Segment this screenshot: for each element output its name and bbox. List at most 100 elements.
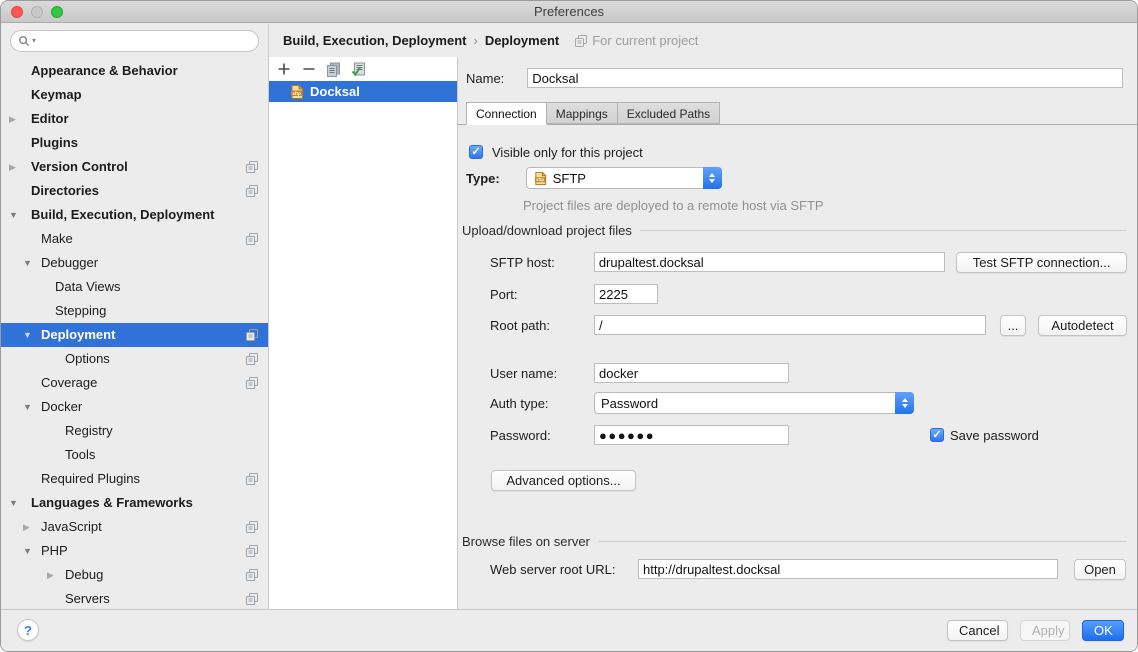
visible-only-checkbox[interactable]: ✓ xyxy=(469,145,483,159)
collapse-arrow-icon[interactable]: ▼ xyxy=(23,539,32,563)
remove-server-button[interactable] xyxy=(301,62,316,77)
save-password-checkbox[interactable]: ✓ xyxy=(930,428,944,442)
sidebar-item-label: Plugins xyxy=(31,135,78,150)
sidebar-item-label: Docker xyxy=(41,399,82,414)
browse-section-label: Browse files on server xyxy=(462,534,590,549)
section-divider xyxy=(640,230,1127,231)
sidebar-item-debug[interactable]: ▶Debug xyxy=(1,563,268,587)
sidebar-item-label: Languages & Frameworks xyxy=(31,495,193,510)
sidebar-item-label: Debugger xyxy=(41,255,98,270)
sidebar-item-label: Appearance & Behavior xyxy=(31,63,178,78)
web-root-input[interactable] xyxy=(638,559,1058,579)
sftp-host-label: SFTP host: xyxy=(490,255,594,270)
for-current-project-scope: For current project xyxy=(575,33,698,48)
server-list: sftp Docksal xyxy=(269,81,457,102)
sidebar-item-label: PHP xyxy=(41,543,68,558)
sidebar-item-label: Keymap xyxy=(31,87,82,102)
copy-server-button[interactable] xyxy=(326,62,341,77)
sidebar-item-debugger[interactable]: ▼ Debugger xyxy=(1,251,268,275)
ok-button[interactable]: OK xyxy=(1082,620,1124,641)
sidebar-item-stepping[interactable]: Stepping xyxy=(1,299,268,323)
titlebar: Preferences xyxy=(1,1,1137,23)
sidebar-item-build-execution-deployment[interactable]: ▼Build, Execution, Deployment xyxy=(1,203,268,227)
sidebar-item-data-views[interactable]: Data Views xyxy=(1,275,268,299)
collapse-arrow-icon[interactable]: ▼ xyxy=(23,395,32,419)
tab-connection[interactable]: Connection xyxy=(466,102,547,125)
sidebar-item-coverage[interactable]: Coverage xyxy=(1,371,268,395)
sidebar-item-servers[interactable]: Servers xyxy=(1,587,268,611)
breadcrumb-part1[interactable]: Build, Execution, Deployment xyxy=(283,33,466,48)
password-input[interactable] xyxy=(594,425,789,445)
type-select[interactable]: sftp SFTP xyxy=(526,167,722,189)
for-current-project-icon xyxy=(246,185,258,197)
sidebar-item-registry[interactable]: Registry xyxy=(1,419,268,443)
user-name-input[interactable] xyxy=(594,363,789,383)
svg-text:sftp: sftp xyxy=(536,177,544,182)
expand-arrow-icon[interactable]: ▶ xyxy=(9,107,16,131)
collapse-arrow-icon[interactable]: ▼ xyxy=(9,203,18,227)
upload-section-header: Upload/download project files xyxy=(462,223,1127,238)
sidebar-item-label: Coverage xyxy=(41,375,97,390)
sidebar-item-options[interactable]: Options xyxy=(1,347,268,371)
settings-sidebar: ▾ Appearance & Behavior Keymap ▶Editor Plug… xyxy=(1,24,269,609)
footer-buttons: Cancel Apply OK xyxy=(947,620,1124,641)
breadcrumb-part2: Deployment xyxy=(485,33,559,48)
browse-root-path-button[interactable]: ... xyxy=(1000,315,1026,336)
sidebar-item-editor[interactable]: ▶Editor xyxy=(1,107,268,131)
add-server-button[interactable] xyxy=(276,62,291,77)
auth-type-select[interactable]: Password xyxy=(594,392,914,414)
sidebar-item-tools[interactable]: Tools xyxy=(1,443,268,467)
advanced-options-button[interactable]: Advanced options... xyxy=(491,470,636,491)
sftp-file-icon: sftp xyxy=(289,84,305,100)
server-item-docksal[interactable]: sftp Docksal xyxy=(269,81,457,102)
expand-arrow-icon[interactable]: ▶ xyxy=(47,563,54,587)
tab-mappings[interactable]: Mappings xyxy=(546,102,618,124)
sidebar-item-required-plugins[interactable]: Required Plugins xyxy=(1,467,268,491)
sidebar-item-make[interactable]: Make xyxy=(1,227,268,251)
close-button[interactable] xyxy=(11,6,23,18)
sidebar-item-appearance-behavior[interactable]: Appearance & Behavior xyxy=(1,59,268,83)
search-options-caret-icon[interactable]: ▾ xyxy=(32,37,36,45)
for-current-project-icon xyxy=(246,329,258,341)
test-sftp-connection-button[interactable]: Test SFTP connection... xyxy=(956,252,1127,273)
sidebar-item-plugins[interactable]: Plugins xyxy=(1,131,268,155)
root-path-input[interactable] xyxy=(594,315,986,335)
autodetect-button[interactable]: Autodetect xyxy=(1038,315,1127,336)
for-current-project-icon xyxy=(246,233,258,245)
sidebar-item-label: JavaScript xyxy=(41,519,102,534)
user-name-label: User name: xyxy=(490,366,594,381)
sftp-host-input[interactable] xyxy=(594,252,945,272)
for-current-project-icon xyxy=(246,473,258,485)
search-input[interactable]: ▾ xyxy=(10,30,259,52)
sidebar-item-languages-frameworks[interactable]: ▼ Languages & Frameworks xyxy=(1,491,268,515)
collapse-arrow-icon[interactable]: ▼ xyxy=(23,323,32,347)
copy-icon xyxy=(326,62,341,77)
port-input[interactable] xyxy=(594,284,658,304)
sidebar-item-deployment[interactable]: ▼Deployment xyxy=(1,323,268,347)
for-current-project-icon xyxy=(246,545,258,557)
page-check-icon xyxy=(351,62,366,77)
collapse-arrow-icon[interactable]: ▼ xyxy=(9,491,18,515)
sidebar-item-php[interactable]: ▼ PHP xyxy=(1,539,268,563)
expand-arrow-icon[interactable]: ▶ xyxy=(23,515,30,539)
sidebar-item-docker[interactable]: ▼ Docker xyxy=(1,395,268,419)
help-button[interactable]: ? xyxy=(17,619,39,641)
tab-excluded-paths[interactable]: Excluded Paths xyxy=(617,102,720,124)
upload-section-label: Upload/download project files xyxy=(462,223,632,238)
collapse-arrow-icon[interactable]: ▼ xyxy=(23,251,32,275)
for-current-project-icon xyxy=(246,569,258,581)
web-root-label: Web server root URL: xyxy=(490,562,638,577)
sidebar-item-version-control[interactable]: ▶Version Control xyxy=(1,155,268,179)
zoom-button[interactable] xyxy=(51,6,63,18)
expand-arrow-icon[interactable]: ▶ xyxy=(9,155,16,179)
sidebar-item-javascript[interactable]: ▶ JavaScript xyxy=(1,515,268,539)
sidebar-item-label: Data Views xyxy=(55,279,121,294)
name-input[interactable] xyxy=(527,68,1123,88)
use-as-default-button[interactable] xyxy=(351,62,366,77)
cancel-button[interactable]: Cancel xyxy=(947,620,1008,641)
sidebar-item-label: Directories xyxy=(31,183,99,198)
sidebar-item-keymap[interactable]: Keymap xyxy=(1,83,268,107)
apply-button[interactable]: Apply xyxy=(1020,620,1070,641)
open-url-button[interactable]: Open xyxy=(1074,559,1126,580)
sidebar-item-directories[interactable]: Directories xyxy=(1,179,268,203)
